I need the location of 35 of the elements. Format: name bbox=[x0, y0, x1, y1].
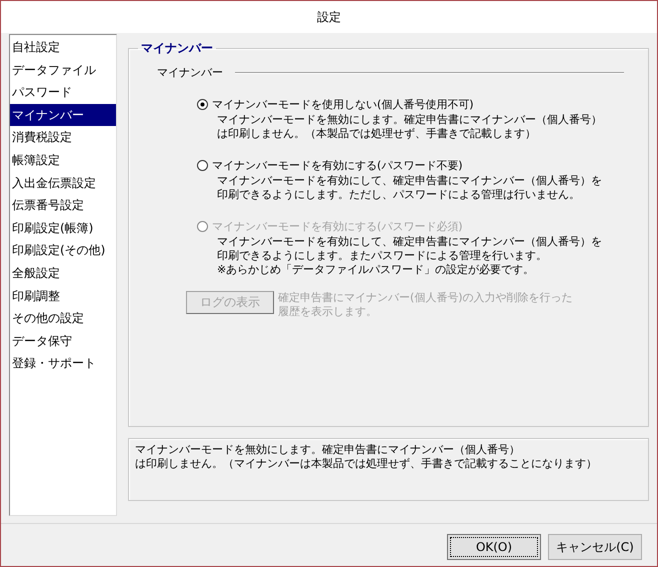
sidebar-item[interactable]: 印刷設定(その他) bbox=[10, 239, 116, 262]
option-description: は印刷しません。（本製品では処理せず、手書きで記載します） bbox=[217, 127, 536, 141]
radio-button[interactable] bbox=[197, 99, 208, 110]
info-text: マイナンバーモードを無効にします。確定申告書にマイナンバー（個人番号） bbox=[135, 443, 520, 457]
option-description: マイナンバーモードを有効にして、確定申告書にマイナンバー（個人番号）を bbox=[217, 235, 602, 249]
info-text: は印刷しません。（マイナンバーは本製品では処理せず、手書きで記載することになります） bbox=[135, 457, 597, 471]
sidebar-item[interactable]: 自社設定 bbox=[10, 36, 116, 59]
option-label[interactable]: マイナンバーモードを使用しない(個人番号使用不可) bbox=[212, 97, 474, 112]
option-description: マイナンバーモードを有効にして、確定申告書にマイナンバー（個人番号）を bbox=[217, 174, 602, 188]
sidebar-item[interactable]: 入出金伝票設定 bbox=[10, 172, 116, 194]
sidebar-item[interactable]: データファイル bbox=[10, 58, 116, 82]
sidebar-item[interactable]: パスワード bbox=[10, 81, 116, 104]
sidebar-item[interactable]: 伝票番号設定 bbox=[10, 194, 116, 217]
group-title: マイナンバー bbox=[140, 40, 214, 57]
log-note: 履歴を表示します。 bbox=[278, 305, 377, 319]
sidebar-item[interactable]: 登録・サポート bbox=[10, 352, 116, 375]
cancel-button[interactable]: キャンセル(C) bbox=[548, 534, 642, 560]
sidebar-item[interactable]: データ保守 bbox=[10, 330, 116, 352]
option-label[interactable]: マイナンバーモードを有効にする(パスワード不要) bbox=[212, 158, 463, 173]
ok-button[interactable]: OK(O) bbox=[447, 534, 541, 560]
option-description: 印刷できるようにします。またパスワードによる管理を行います。 bbox=[217, 249, 547, 263]
log-note: 確定申告書にマイナンバー(個人番号)の入力や削除を行った bbox=[278, 291, 573, 305]
option-description: マイナンバーモードを無効にします。確定申告書にマイナンバー（個人番号） bbox=[217, 113, 602, 127]
sidebar-item[interactable]: マイナンバー bbox=[10, 104, 116, 126]
section-label: マイナンバー bbox=[157, 65, 223, 80]
sidebar-item[interactable]: 全般設定 bbox=[10, 262, 116, 285]
sidebar-item[interactable]: 帳簿設定 bbox=[10, 148, 116, 172]
sidebar-item[interactable]: その他の設定 bbox=[10, 307, 116, 330]
sidebar-item[interactable]: 印刷調整 bbox=[10, 284, 116, 308]
option-description: ※あらかじめ「データファイルパスワード」の設定が必要です。 bbox=[217, 263, 534, 277]
sidebar-item[interactable]: 消費税設定 bbox=[10, 126, 116, 149]
option-description: 印刷できるようにします。ただし、パスワードによる管理は行いません。 bbox=[217, 188, 580, 202]
radio-button[interactable] bbox=[197, 160, 208, 171]
sidebar-item[interactable]: 印刷設定(帳簿) bbox=[10, 216, 116, 240]
window-title: 設定 bbox=[317, 8, 341, 26]
